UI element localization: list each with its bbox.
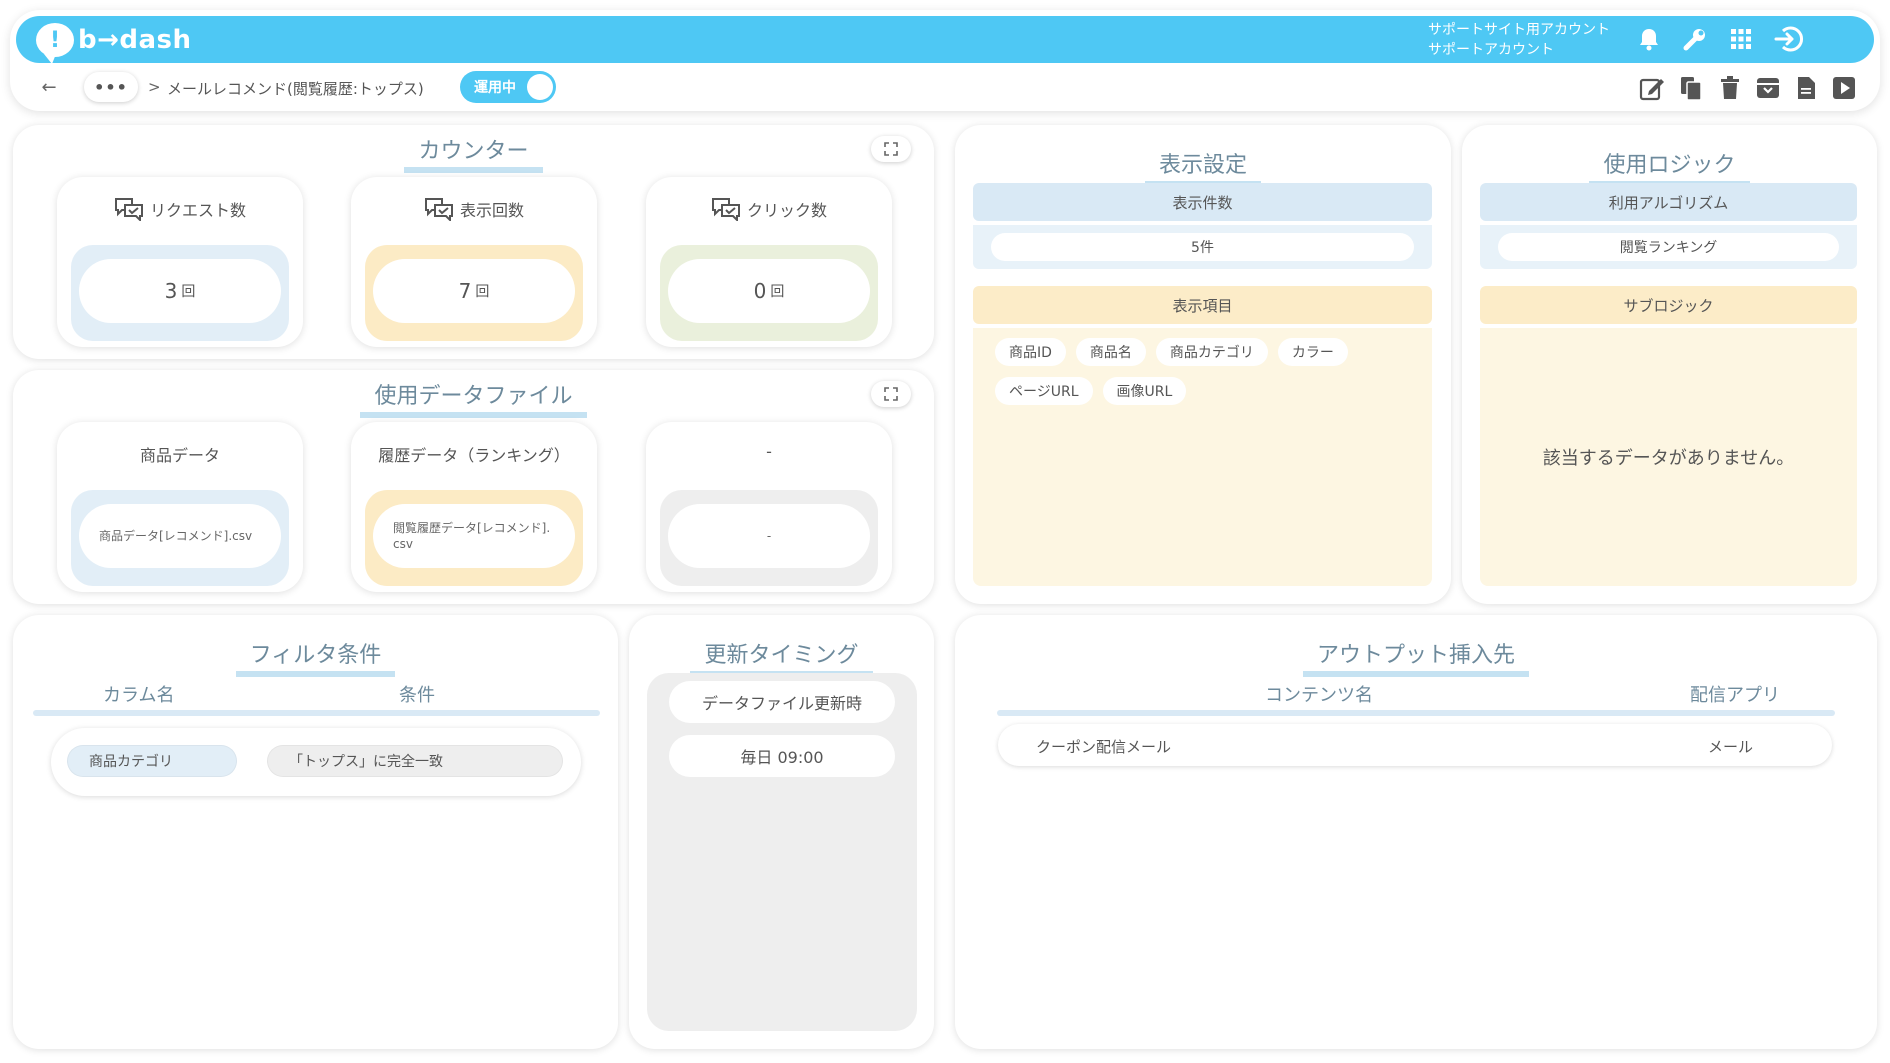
datafile-label: 商品データ: [139, 446, 220, 465]
display-item-tag: ページURL: [995, 377, 1093, 405]
app-header: 配信アプリ: [1690, 685, 1780, 706]
logo-mark-icon: !: [36, 23, 74, 64]
account-line-2: サポートアカウント: [1428, 42, 1554, 58]
expand-icon[interactable]: [871, 136, 911, 162]
counter-label: 表示回数: [459, 201, 524, 220]
logo[interactable]: ! b→dash: [36, 22, 192, 64]
document-icon[interactable]: [1792, 74, 1820, 102]
timing-card: 更新タイミング データファイル更新時 毎日 09:00: [629, 615, 934, 1049]
counter-label: リクエスト数: [149, 201, 246, 220]
datafile-title: 使用データファイル: [13, 378, 934, 418]
display-items-label: 表示項目: [973, 286, 1432, 324]
datafile-card: 使用データファイル 商品データ 商品データ[レコメンド].csv 履歴データ（ラ…: [13, 370, 934, 604]
content-name-header: コンテンツ名: [1265, 685, 1373, 706]
display-settings-card: 表示設定 表示件数 5件 表示項目 商品ID 商品名 商品カテゴリ カラー ペー…: [955, 125, 1451, 604]
counter-value: 7回: [373, 259, 575, 323]
display-title: 表示設定: [955, 147, 1451, 187]
edit-icon[interactable]: [1638, 74, 1666, 102]
display-count-value: 5件: [991, 233, 1414, 261]
display-item-tag: 画像URL: [1102, 377, 1187, 405]
play-icon[interactable]: [1830, 74, 1858, 102]
algorithm-value: 閲覧ランキング: [1498, 233, 1839, 261]
wrench-icon[interactable]: [1680, 24, 1710, 54]
datafile-label: 履歴データ（ランキング）: [378, 446, 570, 465]
counter-value: 3回: [79, 259, 281, 323]
logo-text: b→dash: [78, 25, 192, 55]
column-header: カラム名: [103, 685, 175, 706]
chat-icon: [114, 198, 143, 221]
condition-header: 条件: [399, 685, 435, 706]
breadcrumb-separator: >: [148, 78, 161, 96]
logic-card: 使用ロジック 利用アルゴリズム 閲覧ランキング サブロジック 該当するデータがあ…: [1462, 125, 1877, 604]
top-bar: ! b→dash サポートサイト用アカウント サポートアカウント: [16, 16, 1874, 64]
breadcrumb: メールレコメンド(閲覧履歴:トップス): [167, 80, 424, 98]
datafile-label: -: [766, 442, 772, 461]
timing-item: データファイル更新時: [669, 681, 895, 723]
filter-condition-value: 「トップス」に完全一致: [267, 745, 563, 777]
datafile-name[interactable]: 商品データ[レコメンド].csv: [79, 504, 281, 568]
timing-panel: データファイル更新時 毎日 09:00: [647, 673, 917, 1031]
timing-item: 毎日 09:00: [669, 735, 895, 777]
chat-icon: [711, 198, 740, 221]
output-row[interactable]: クーポン配信メール メール: [998, 724, 1832, 766]
display-item-tag: 商品カテゴリ: [1155, 338, 1268, 366]
filter-column-value: 商品カテゴリ: [67, 745, 237, 777]
timing-title: 更新タイミング: [629, 637, 934, 677]
grid-icon[interactable]: [1726, 24, 1756, 54]
counter-value: 0回: [668, 259, 870, 323]
more-button[interactable]: •••: [84, 72, 138, 102]
output-app: メール: [1708, 738, 1754, 756]
counter-tile-requests: リクエスト数 3回: [57, 177, 303, 347]
logic-title: 使用ロジック: [1462, 147, 1877, 187]
header-divider: [33, 710, 600, 716]
datafile-name: -: [668, 504, 870, 568]
status-label: 運用中: [474, 80, 516, 96]
output-content-name: クーポン配信メール: [1036, 738, 1172, 756]
toggle-knob: [527, 74, 553, 100]
chat-icon: [424, 198, 453, 221]
datafile-name[interactable]: 閲覧履歴データ[レコメンド].csv: [373, 504, 575, 568]
datafile-tile: 商品データ 商品データ[レコメンド].csv: [57, 422, 303, 592]
filter-card: フィルタ条件 カラム名 条件 商品カテゴリ 「トップス」に完全一致: [13, 615, 618, 1049]
display-item-tag: 商品名: [1075, 338, 1146, 366]
output-title: アウトプット挿入先: [955, 637, 1877, 677]
status-toggle[interactable]: 運用中: [460, 71, 556, 103]
back-arrow-icon[interactable]: ←: [36, 74, 62, 100]
datafile-tile: - -: [646, 422, 892, 592]
counter-tile-clicks: クリック数 0回: [646, 177, 892, 347]
sublogic-label: サブロジック: [1480, 286, 1857, 324]
algorithm-label: 利用アルゴリズム: [1480, 183, 1857, 221]
copy-icon[interactable]: [1677, 74, 1705, 102]
display-item-tag: 商品ID: [995, 338, 1066, 366]
account-line-1: サポートサイト用アカウント: [1428, 22, 1610, 38]
empty-message: 該当するデータがありません。: [1542, 448, 1795, 469]
sub-bar: ← ••• > メールレコメンド(閲覧履歴:トップス) 運用中: [0, 70, 1890, 106]
account-info[interactable]: サポートサイト用アカウント サポートアカウント: [1428, 20, 1610, 60]
display-items-panel: 商品ID 商品名 商品カテゴリ カラー ページURL 画像URL: [973, 328, 1432, 586]
display-item-tag: カラー: [1277, 338, 1348, 366]
datafile-tile: 履歴データ（ランキング） 閲覧履歴データ[レコメンド].csv: [351, 422, 597, 592]
logout-icon[interactable]: [1774, 24, 1804, 54]
filter-row: 商品カテゴリ 「トップス」に完全一致: [51, 728, 581, 796]
header-divider: [997, 710, 1835, 716]
counter-tile-impressions: 表示回数 7回: [351, 177, 597, 347]
counter-card: カウンター リクエスト数 3回 表示回数 7回 クリック数 0 回: [13, 125, 934, 359]
bell-icon[interactable]: [1634, 24, 1664, 54]
delete-icon[interactable]: [1716, 74, 1744, 102]
display-count-label: 表示件数: [973, 183, 1432, 221]
counter-title: カウンター: [13, 133, 934, 173]
counter-label: クリック数: [746, 201, 827, 220]
output-card: アウトプット挿入先 コンテンツ名 配信アプリ クーポン配信メール メール: [955, 615, 1877, 1049]
expand-icon[interactable]: [871, 381, 911, 407]
archive-icon[interactable]: [1754, 74, 1782, 102]
filter-title: フィルタ条件: [13, 637, 618, 677]
